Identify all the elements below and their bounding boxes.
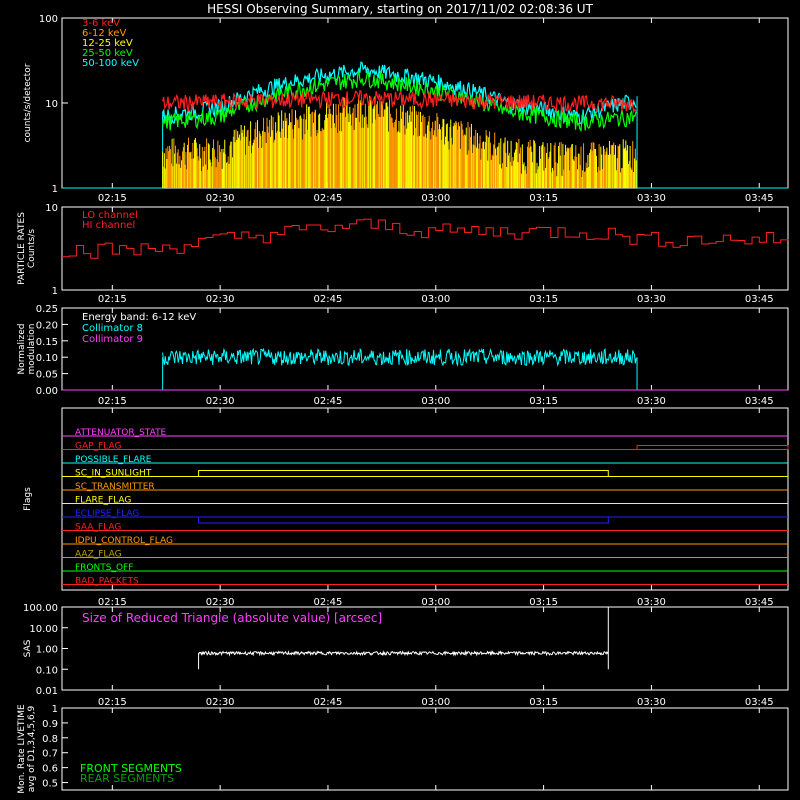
legend-item: Energy band: 6-12 keV bbox=[82, 312, 196, 323]
legend-item: Collimator 8 bbox=[82, 323, 143, 334]
x-tick-label: 02:30 bbox=[206, 193, 235, 204]
x-tick-label: 02:15 bbox=[98, 597, 127, 608]
y-tick-label: 0.5 bbox=[42, 779, 58, 790]
y-axis-label: SAS bbox=[23, 639, 33, 657]
x-tick-label: 02:30 bbox=[206, 597, 235, 608]
flag-label: SAA_FLAG bbox=[75, 523, 121, 533]
flag-label: GAP_FLAG bbox=[75, 442, 121, 452]
flag-label: POSSIBLE_FLARE bbox=[75, 455, 152, 465]
y-axis-label: avg of D1,3,4,5,6,9 bbox=[27, 705, 37, 792]
y-tick-label: 0.25 bbox=[36, 304, 58, 315]
y-axis-label: Flags bbox=[23, 487, 33, 511]
legend-item: Collimator 9 bbox=[82, 334, 143, 345]
x-tick-label: 03:00 bbox=[421, 193, 450, 204]
y-axis-label: Counts/s bbox=[27, 229, 37, 268]
y-tick-label: 1 bbox=[52, 184, 58, 195]
legend-item: REAR SEGMENTS bbox=[80, 772, 174, 785]
x-tick-label: 03:15 bbox=[529, 697, 558, 708]
flag-label: BAD_PACKETS bbox=[75, 577, 139, 587]
y-tick-label: 100.00 bbox=[23, 603, 58, 614]
flag-label: ATTENUATOR_STATE bbox=[75, 428, 167, 438]
series-lo-channel bbox=[62, 218, 789, 259]
y-axis-label: PARTICLE RATES bbox=[17, 212, 27, 285]
panels: 02:15 02:30 02:45 03:00 03:15 03:30 03:45 02:15… bbox=[17, 14, 789, 794]
x-tick-label: 03:30 bbox=[637, 396, 666, 407]
flag-label: FLARE_FLAG bbox=[75, 496, 131, 506]
y-tick-label: 0.20 bbox=[36, 320, 58, 331]
x-tick-label: 03:45 bbox=[745, 294, 774, 305]
y-tick-label: 0.15 bbox=[36, 337, 58, 348]
x-tick-label: 03:45 bbox=[745, 697, 774, 708]
x-tick-label: 02:45 bbox=[314, 294, 343, 305]
x-tick-label: 03:15 bbox=[529, 294, 558, 305]
x-tick-label: 03:30 bbox=[637, 193, 666, 204]
y-tick-label: 0.7 bbox=[42, 749, 58, 760]
x-tick-label: 03:30 bbox=[637, 294, 666, 305]
x-tick-label: 03:15 bbox=[529, 396, 558, 407]
sas-annotation: Size of Reduced Triangle (absolute value… bbox=[82, 611, 382, 625]
x-tick-label: 03:00 bbox=[421, 396, 450, 407]
y-axis-label: counts/s/detector bbox=[23, 63, 33, 142]
y-tick-label: 1.00 bbox=[36, 645, 58, 656]
x-tick-label: 02:15 bbox=[98, 294, 127, 305]
panel-frame bbox=[61, 407, 789, 591]
flag-label: AAZ_FLAG bbox=[75, 550, 122, 560]
y-tick-label: 0.6 bbox=[42, 764, 58, 775]
flag-step bbox=[198, 470, 609, 477]
legend-item: 50-100 keV bbox=[82, 58, 139, 69]
y-tick-label: 10 bbox=[45, 203, 58, 214]
hessi-summary-figure: HESSI Observing Summary, starting on 201… bbox=[17, 2, 789, 794]
x-tick-label: 03:45 bbox=[745, 396, 774, 407]
y-tick-label: 0.05 bbox=[36, 370, 58, 381]
y-tick-label: 10 bbox=[45, 99, 58, 110]
flag-step bbox=[636, 445, 789, 450]
figure-title: HESSI Observing Summary, starting on 201… bbox=[207, 2, 593, 16]
y-tick-label: 0.10 bbox=[36, 353, 58, 364]
y-tick-label: 0.10 bbox=[36, 665, 58, 676]
x-tick-label: 02:30 bbox=[206, 294, 235, 305]
x-tick-label: 03:15 bbox=[529, 193, 558, 204]
y-tick-label: 1 bbox=[52, 704, 58, 715]
y-tick-label: 0.8 bbox=[42, 734, 58, 745]
series-collimator-8 bbox=[162, 347, 637, 367]
x-tick-label: 02:30 bbox=[206, 396, 235, 407]
flag-label: ECLIPSE_FLAG bbox=[75, 509, 139, 519]
x-tick-label: 02:15 bbox=[98, 396, 127, 407]
y-tick-label: 0.9 bbox=[42, 719, 58, 730]
x-tick-label: 02:15 bbox=[98, 193, 127, 204]
flag-step bbox=[198, 517, 609, 524]
x-tick-label: 03:00 bbox=[421, 597, 450, 608]
flag-label: IDPU_CONTROL_FLAG bbox=[75, 536, 173, 546]
y-tick-label: 1 bbox=[52, 286, 58, 297]
x-tick-label: 03:30 bbox=[637, 597, 666, 608]
y-axis-label: Normalized bbox=[17, 323, 27, 374]
x-tick-label: 03:45 bbox=[745, 597, 774, 608]
y-tick-label: 0.01 bbox=[36, 686, 58, 697]
flag-label: SC_IN_SUNLIGHT bbox=[75, 469, 152, 479]
x-tick-label: 03:00 bbox=[421, 697, 450, 708]
x-tick-label: 03:15 bbox=[529, 597, 558, 608]
y-tick-label: 0.00 bbox=[36, 386, 58, 397]
x-tick-label: 02:30 bbox=[206, 697, 235, 708]
y-tick-label: 100 bbox=[39, 14, 58, 25]
x-tick-label: 02:15 bbox=[98, 697, 127, 708]
flag-label: FRONTS_OFF bbox=[75, 563, 133, 573]
x-tick-label: 03:45 bbox=[745, 193, 774, 204]
legend-item: HI channel bbox=[82, 220, 135, 231]
x-tick-label: 03:00 bbox=[421, 294, 450, 305]
x-tick-label: 02:45 bbox=[314, 597, 343, 608]
x-tick-label: 02:45 bbox=[314, 193, 343, 204]
x-tick-label: 02:45 bbox=[314, 697, 343, 708]
x-tick-label: 02:45 bbox=[314, 396, 343, 407]
x-tick-label: 03:30 bbox=[637, 697, 666, 708]
flag-label: SC_TRANSMITTER bbox=[75, 482, 155, 492]
series-sas bbox=[198, 649, 609, 657]
y-tick-label: 10.00 bbox=[29, 624, 58, 635]
y-axis-label: Mon. Rate LIVETIME bbox=[17, 704, 27, 794]
